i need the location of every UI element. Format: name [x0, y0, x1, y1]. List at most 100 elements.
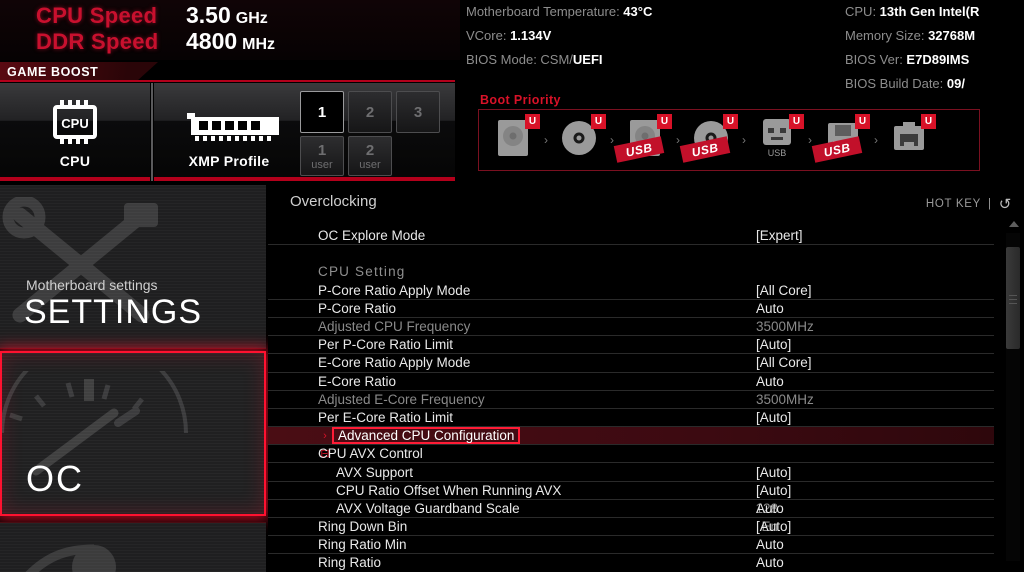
settings-row[interactable]: OC Explore Mode [Expert]	[268, 227, 994, 246]
ddr-speed-value: 4800	[186, 28, 238, 54]
cpu-speed-unit: GHz	[235, 10, 268, 27]
scroll-up-arrow-icon[interactable]	[1009, 221, 1019, 227]
tab-xmp-profile[interactable]: XMP Profile 1 2 3 1 user 2 user	[154, 83, 455, 181]
settings-row[interactable]: › Advanced CPU Configuration	[268, 427, 994, 446]
submenu-arrow-icon[interactable]: ›	[318, 430, 332, 442]
xmp-profile-button-2-user[interactable]: 2 user	[348, 136, 392, 176]
settings-row[interactable]: AVX Voltage Guardband Scale 128 Auto	[268, 500, 994, 518]
settings-row-value[interactable]: Auto	[756, 374, 784, 389]
settings-row-label: Ring Ratio	[318, 555, 382, 571]
tab-cpu-label: CPU	[59, 153, 91, 169]
sysinfo-right-label: CPU:	[845, 4, 880, 19]
settings-row[interactable]: Per E-Core Ratio Limit [Auto]	[268, 409, 994, 428]
settings-row-value[interactable]: [Auto]	[756, 483, 791, 498]
page-title: Overclocking	[290, 193, 377, 210]
boot-device-3[interactable]: USB U	[613, 114, 673, 166]
sysinfo-left-label: VCore:	[466, 28, 511, 43]
settings-row[interactable]: Per P-Core Ratio Limit [Auto]	[268, 336, 994, 355]
xmp-profile-button-1[interactable]: 1	[300, 91, 344, 133]
settings-row[interactable]: P-Core Ratio Apply Mode [All Core]	[268, 282, 994, 300]
settings-row-label: E-Core Ratio	[318, 373, 397, 389]
sysinfo-left-line: VCore: 1.134V	[466, 24, 652, 48]
memory-dimm-icon	[187, 111, 287, 150]
boot-device-1[interactable]: U	[485, 114, 541, 166]
game-boost-underline	[0, 80, 455, 82]
sysinfo-right-label: Memory Size:	[845, 28, 929, 43]
scrollbar-thumb[interactable]	[1006, 247, 1020, 349]
system-info-left: Motherboard Temperature: 43°C VCore: 1.13…	[466, 0, 652, 80]
settings-row-value[interactable]: Auto	[756, 555, 784, 570]
tab-cpu[interactable]: CPU CPU	[0, 83, 150, 181]
settings-row-value[interactable]: [Expert]	[756, 228, 803, 243]
boot-device-7[interactable]: U	[881, 114, 937, 166]
settings-group-label: CPU Setting	[318, 264, 406, 280]
settings-row[interactable]: Ring Down Bin En [Auto]	[268, 518, 994, 537]
settings-list: OC Explore Mode [Expert] CPU Setting P-Core…	[268, 227, 994, 572]
uefi-badge: U	[921, 114, 936, 129]
settings-row-label: P-Core Ratio Apply Mode	[318, 282, 471, 298]
settings-row-label: CPU AVX Control	[318, 446, 423, 462]
settings-row-value[interactable]: [Auto]	[756, 337, 791, 352]
settings-row-value[interactable]: [All Core]	[756, 283, 812, 298]
sysinfo-left-line: BIOS Mode: CSM/UEFI	[466, 52, 603, 67]
boot-device-5[interactable]: USB U	[749, 114, 805, 166]
sidebar-item-settings[interactable]: Motherboard settings SETTINGS	[0, 185, 266, 349]
settings-row-value[interactable]: Auto	[756, 537, 784, 552]
settings-row[interactable]: Adjusted CPU Frequency 3500MHz	[268, 318, 994, 337]
game-boost-tab[interactable]: GAME BOOST	[0, 62, 158, 82]
sidebar-item-next[interactable]	[0, 522, 266, 572]
boot-device-6[interactable]: USB U	[811, 114, 871, 166]
settings-row[interactable]: P-Core Ratio Auto	[268, 300, 994, 318]
settings-row[interactable]: AVX Support [Auto]	[268, 463, 994, 482]
settings-row-value[interactable]: 3500MHz	[756, 392, 814, 407]
settings-row-label: E-Core Ratio Apply Mode	[318, 355, 471, 371]
sidebar-settings-title: SETTINGS	[24, 293, 203, 331]
settings-row-value[interactable]: [Auto]	[756, 465, 791, 480]
settings-row[interactable]: Ring Ratio Auto	[268, 554, 994, 572]
settings-row-value[interactable]: [Auto]	[756, 410, 791, 425]
settings-row[interactable]: ⊟ CPU AVX Control	[268, 445, 994, 464]
boot-priority-title: Boot Priority	[480, 93, 561, 107]
settings-row-label: Ring Down Bin	[318, 519, 408, 535]
xmp-profile-number: 2	[365, 103, 375, 121]
settings-spacer	[268, 245, 994, 263]
hotkey-label[interactable]: HOT KEY	[926, 198, 981, 210]
sysinfo-left-label: BIOS Mode:	[466, 52, 541, 67]
hotkey-divider: |	[988, 198, 992, 210]
settings-row[interactable]: Ring Ratio Min Auto	[268, 536, 994, 555]
xmp-profile-button-1-user[interactable]: 1 user	[300, 136, 344, 176]
settings-row-value[interactable]: [All Core]	[756, 355, 812, 370]
vertical-scrollbar[interactable]	[1006, 221, 1020, 561]
scrollbar-track[interactable]	[1006, 233, 1020, 561]
settings-row[interactable]: CPU Ratio Offset When Running AVX [Auto]	[268, 482, 994, 500]
settings-row-value[interactable]: Auto	[756, 501, 784, 516]
main-panel: Overclocking HOT KEY | ↺ OC Explore Mode…	[268, 185, 1024, 572]
boot-device-4[interactable]: USB U	[679, 114, 739, 166]
sysinfo-right-value: E7D89IMS	[906, 52, 970, 67]
settings-row[interactable]: E-Core Ratio Apply Mode [All Core]	[268, 354, 994, 373]
xmp-profile-button-2[interactable]: 2	[348, 91, 392, 133]
sysinfo-left-label: Motherboard Temperature:	[466, 4, 624, 19]
tab-divider	[151, 83, 153, 181]
boot-priority-frame[interactable]: U › U › USB U › USB U › USB U › USB U › U	[478, 109, 980, 171]
sysinfo-left-value: 1.134V	[510, 28, 552, 43]
sysinfo-right-value: 32768M	[928, 28, 976, 43]
settings-row[interactable]: E-Core Ratio Auto	[268, 373, 994, 391]
svg-text:CPU: CPU	[61, 116, 88, 131]
settings-row-label: Ring Ratio Min	[318, 537, 407, 553]
boot-device-2[interactable]: U	[551, 114, 607, 166]
sidebar-item-oc[interactable]: OC	[0, 351, 266, 516]
sysinfo-left-value: 43°C	[623, 4, 653, 19]
settings-row-value[interactable]: [Auto]	[756, 519, 791, 534]
settings-row[interactable]: Adjusted E-Core Frequency 3500MHz	[268, 391, 994, 409]
system-info-right: CPU: 13th Gen Intel(R Memory Size: 32768M…	[845, 0, 979, 91]
game-boost-label: GAME BOOST	[7, 65, 99, 79]
settings-row-value[interactable]: Auto	[756, 301, 784, 316]
uefi-badge: U	[723, 114, 738, 129]
xmp-profile-button-3[interactable]: 3	[396, 91, 440, 133]
settings-row-value[interactable]: 3500MHz	[756, 319, 814, 334]
undo-icon[interactable]: ↺	[999, 195, 1012, 213]
settings-row-label: Adjusted CPU Frequency	[318, 319, 471, 335]
uefi-badge: U	[591, 114, 606, 129]
xmp-profile-sublabel: user	[311, 158, 333, 171]
